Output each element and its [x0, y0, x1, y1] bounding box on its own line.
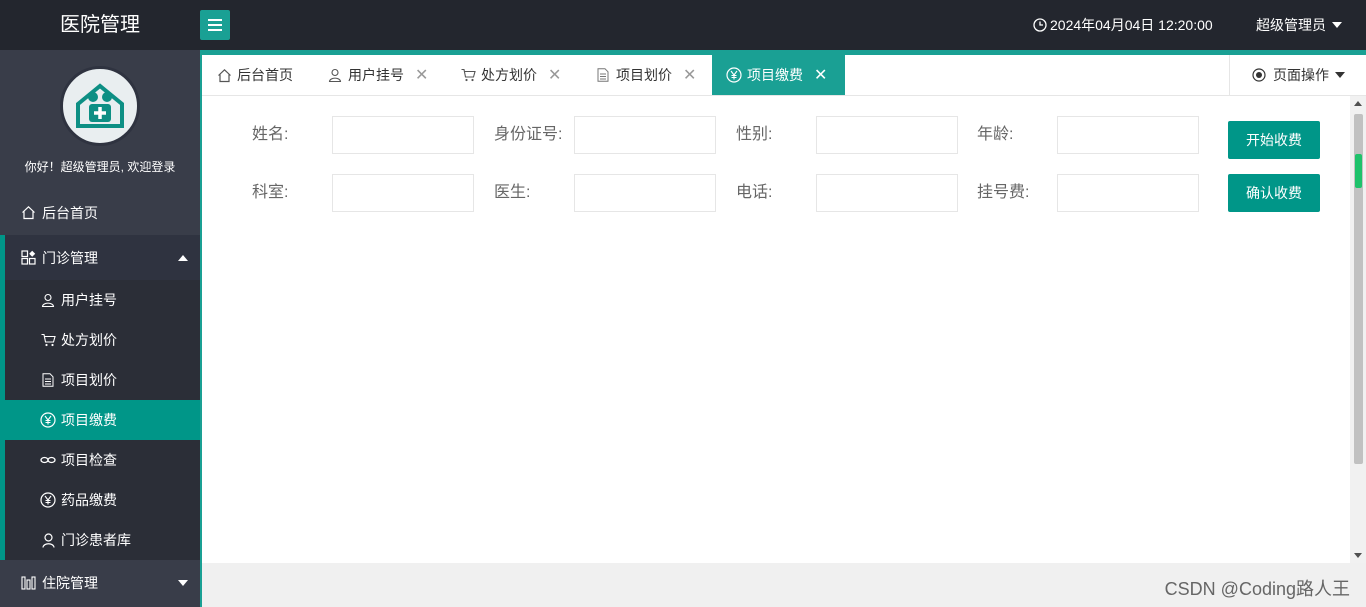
hospital-icon — [76, 83, 124, 128]
chevron-down-icon — [1332, 22, 1342, 28]
user-menu[interactable]: 超级管理员 — [1256, 0, 1342, 50]
tab-project-pricing[interactable]: 项目划价 ✕ — [595, 55, 696, 95]
tab-project-payment[interactable]: 项目缴费 ✕ — [712, 55, 845, 95]
yen-icon — [726, 67, 742, 83]
tab-label: 项目缴费 — [747, 67, 803, 83]
user-icon — [327, 67, 343, 83]
tab-label: 处方划价 — [481, 67, 537, 83]
id-number-label: 身份证号: — [494, 126, 563, 143]
document-icon — [40, 372, 56, 388]
building-icon — [20, 575, 36, 591]
sidebar-item-label: 项目划价 — [61, 372, 117, 388]
close-icon[interactable]: ✕ — [548, 65, 561, 85]
sidebar-item-label: 用户挂号 — [61, 292, 117, 308]
chevron-down-icon — [1335, 72, 1345, 78]
yen-icon — [40, 412, 56, 428]
name-label: 姓名: — [252, 126, 289, 143]
payment-form: 姓名: 身份证号: 性别: 年龄: 开始收费 科室: 医生: 电话: 挂号费: … — [202, 96, 1350, 563]
vertical-scrollbar[interactable] — [1350, 96, 1366, 563]
app-title: 医院管理 — [60, 14, 140, 36]
tab-label: 后台首页 — [237, 67, 293, 83]
id-number-input[interactable] — [574, 116, 716, 154]
yen-icon — [40, 492, 56, 508]
user-name: 超级管理员 — [1256, 17, 1326, 33]
department-input[interactable] — [332, 174, 474, 212]
age-label: 年龄: — [977, 126, 1014, 143]
doctor-label: 医生: — [494, 184, 531, 201]
registration-fee-input[interactable] — [1057, 174, 1199, 212]
watermark-text: CSDN @Coding路人王 — [1164, 579, 1350, 599]
home-icon — [20, 205, 36, 221]
cart-icon — [40, 332, 56, 348]
department-label: 科室: — [252, 184, 289, 201]
footer: CSDN @Coding路人王 — [202, 563, 1366, 607]
tab-registration[interactable]: 用户挂号 ✕ — [327, 55, 428, 95]
document-icon — [595, 67, 611, 83]
confirm-charge-button[interactable]: 确认收费 — [1228, 174, 1320, 212]
sidebar-group-inpatient[interactable]: 住院管理 — [0, 560, 200, 605]
close-icon[interactable]: ✕ — [683, 65, 696, 85]
tab-prescription-pricing[interactable]: 处方划价 ✕ — [460, 55, 561, 95]
top-bar: 医院管理 2024年04月04日 12:20:00 超级管理员 — [0, 0, 1366, 50]
gender-input[interactable] — [816, 116, 958, 154]
link-icon — [40, 452, 56, 468]
menu-toggle-button[interactable] — [200, 10, 230, 40]
apps-icon — [20, 250, 36, 266]
chevron-up-icon — [178, 255, 188, 261]
sidebar-group-outpatient[interactable]: 门诊管理 — [0, 235, 200, 280]
name-input[interactable] — [332, 116, 474, 154]
age-input[interactable] — [1057, 116, 1199, 154]
page-operations-menu[interactable]: 页面操作 — [1229, 55, 1366, 95]
close-icon[interactable]: ✕ — [814, 65, 827, 85]
sidebar-item-project-inspection[interactable]: 项目检查 — [5, 440, 200, 480]
sidebar-item-patient-database[interactable]: 门诊患者库 — [5, 520, 200, 560]
tab-label: 用户挂号 — [348, 67, 404, 83]
gender-label: 性别: — [736, 126, 773, 143]
doctor-input[interactable] — [574, 174, 716, 212]
sidebar: 你好！超级管理员, 欢迎登录 后台首页 门诊管理 用户挂号 处方划价 项目划价 … — [0, 50, 200, 607]
registration-fee-label: 挂号费: — [977, 184, 1030, 201]
sidebar-item-label: 门诊患者库 — [61, 532, 131, 548]
sidebar-item-registration[interactable]: 用户挂号 — [5, 280, 200, 320]
phone-input[interactable] — [816, 174, 958, 212]
sidebar-item-project-payment[interactable]: 项目缴费 — [0, 400, 200, 440]
hospital-logo — [60, 66, 140, 146]
outpatient-submenu: 用户挂号 处方划价 项目划价 项目缴费 项目检查 药品缴费 门诊患者库 — [0, 280, 200, 560]
datetime-display: 2024年04月04日 12:20:00 — [1032, 0, 1213, 50]
cart-icon — [460, 67, 476, 83]
sidebar-group-label: 住院管理 — [42, 574, 98, 591]
sidebar-item-label: 药品缴费 — [61, 492, 117, 508]
sidebar-group-label: 门诊管理 — [42, 249, 98, 266]
tab-bar: 后台首页 用户挂号 ✕ 处方划价 ✕ 项目划价 ✕ 项目缴费 ✕ 页面操作 — [202, 50, 1366, 96]
person-icon — [40, 532, 56, 548]
sidebar-item-project-pricing[interactable]: 项目划价 — [5, 360, 200, 400]
scroll-down-arrow-icon[interactable] — [1354, 553, 1362, 558]
sidebar-item-home[interactable]: 后台首页 — [0, 190, 200, 235]
sidebar-item-label: 项目缴费 — [61, 412, 117, 428]
scrollbar-indicator — [1355, 154, 1362, 188]
sidebar-item-label: 项目检查 — [61, 452, 117, 468]
tab-home[interactable]: 后台首页 — [216, 55, 293, 95]
start-charge-button[interactable]: 开始收费 — [1228, 121, 1320, 159]
datetime-text: 2024年04月04日 12:20:00 — [1050, 17, 1213, 33]
sidebar-item-prescription-pricing[interactable]: 处方划价 — [5, 320, 200, 360]
page-operations-label: 页面操作 — [1273, 67, 1329, 83]
target-icon — [1251, 67, 1267, 83]
close-icon[interactable]: ✕ — [415, 65, 428, 85]
home-icon — [216, 67, 232, 83]
tab-label: 项目划价 — [616, 67, 672, 83]
welcome-text: 你好！超级管理员, 欢迎登录 — [24, 160, 176, 174]
sidebar-item-label: 处方划价 — [61, 332, 117, 348]
phone-label: 电话: — [736, 184, 773, 201]
chevron-down-icon — [178, 580, 188, 586]
user-icon — [40, 292, 56, 308]
clock-icon — [1032, 17, 1048, 33]
sidebar-item-label: 后台首页 — [42, 204, 98, 221]
scroll-up-arrow-icon[interactable] — [1354, 101, 1362, 106]
sidebar-item-drug-payment[interactable]: 药品缴费 — [5, 480, 200, 520]
